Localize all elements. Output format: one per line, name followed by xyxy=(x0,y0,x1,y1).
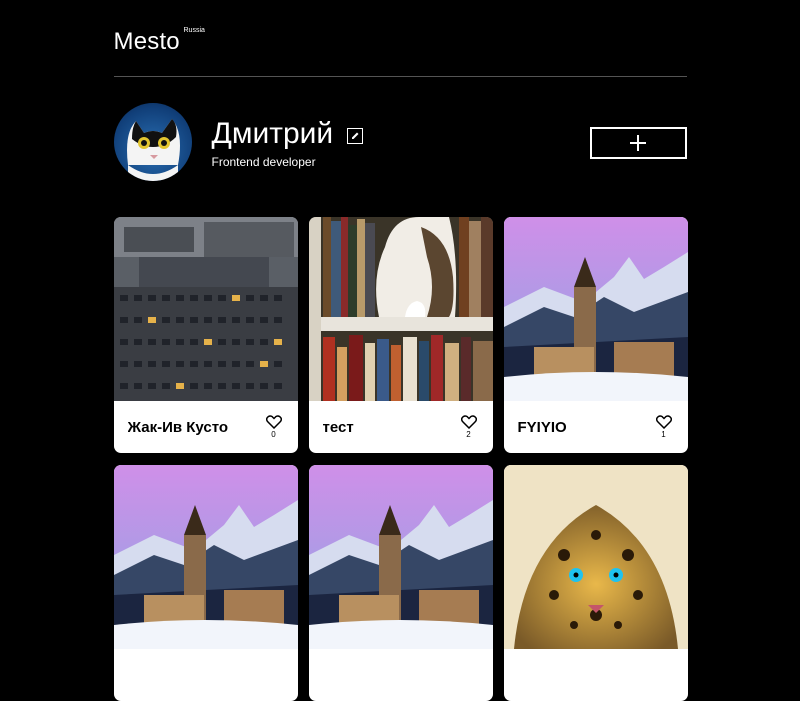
like-group xyxy=(649,675,679,676)
card-image[interactable] xyxy=(503,465,688,649)
like-count: 0 xyxy=(271,430,276,439)
card xyxy=(503,465,688,701)
edit-profile-button[interactable] xyxy=(347,128,364,144)
add-card-button[interactable] xyxy=(589,127,687,159)
like-group xyxy=(259,675,289,676)
plus-icon xyxy=(630,135,646,151)
name-row: Дмитрий xyxy=(212,117,364,151)
logo-subtitle: Russia xyxy=(183,27,205,34)
card-title: Жак-Ив Кусто xyxy=(127,418,229,436)
like-group: 2 xyxy=(454,415,484,439)
profile-name: Дмитрий xyxy=(211,117,334,150)
card-image[interactable] xyxy=(503,217,688,401)
profile: Дмитрий Frontend developer xyxy=(113,77,687,217)
card-title: тест xyxy=(322,418,354,436)
card xyxy=(308,465,493,701)
like-group: 1 xyxy=(649,415,679,439)
card-image[interactable] xyxy=(308,217,493,401)
header: Mesto Russia xyxy=(113,0,687,77)
card-footer xyxy=(504,649,688,701)
card xyxy=(113,465,298,701)
card-title: FYIYIO xyxy=(517,418,567,436)
like-group xyxy=(454,675,484,676)
card-footer: FYIYIO 1 xyxy=(504,401,688,453)
cards-grid: Жак-Ив Кусто 0 тест 2 FYIYIO 1 xyxy=(113,217,688,701)
card-footer: тест 2 xyxy=(309,401,493,453)
heart-icon[interactable] xyxy=(655,415,672,429)
card: FYIYIO 1 xyxy=(503,217,688,453)
heart-icon[interactable] xyxy=(265,415,282,429)
card-footer xyxy=(114,649,298,701)
like-count: 2 xyxy=(466,430,471,439)
like-count: 1 xyxy=(661,430,666,439)
card: тест 2 xyxy=(308,217,493,453)
page: Mesto Russia Дмитрий Frontend developer … xyxy=(113,0,688,701)
card-image[interactable] xyxy=(113,465,298,649)
like-group: 0 xyxy=(259,415,289,439)
card-footer xyxy=(309,649,493,701)
profile-about: Frontend developer xyxy=(211,155,316,169)
card: Жак-Ив Кусто 0 xyxy=(113,217,298,453)
card-footer: Жак-Ив Кусто 0 xyxy=(114,401,298,453)
card-image[interactable] xyxy=(308,465,493,649)
pencil-icon xyxy=(352,132,359,139)
card-image[interactable] xyxy=(113,217,298,401)
avatar[interactable] xyxy=(113,103,192,181)
heart-icon[interactable] xyxy=(460,415,477,429)
logo[interactable]: Mesto xyxy=(114,28,180,56)
